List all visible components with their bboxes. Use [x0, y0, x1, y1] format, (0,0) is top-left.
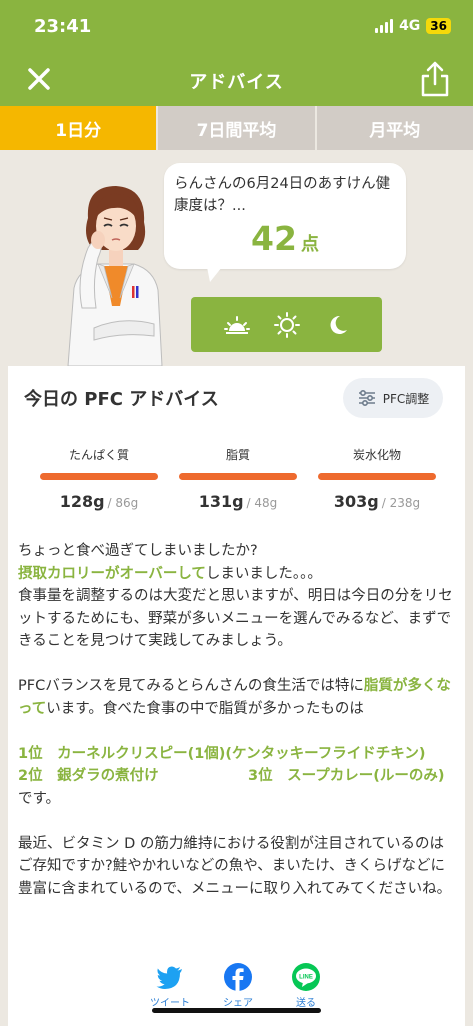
advice-line-1: ちょっと食べ過ぎてしまいましたか?	[18, 543, 258, 559]
advisor-avatar	[67, 186, 163, 366]
facebook-share-button[interactable]: シェア	[214, 962, 262, 1009]
pfc-fat: 脂質 131g/ 48g	[179, 446, 297, 511]
tweet-label: ツイート	[150, 998, 190, 1009]
share-icon	[421, 61, 449, 97]
rank-2-3: 2位 銀ダラの煮付け 3位 スープカレー(ルーのみ)	[18, 768, 445, 784]
share-button[interactable]	[419, 60, 451, 98]
carbs-label: 炭水化物	[352, 448, 401, 462]
bubble-text: らんさんの6月24日のあすけん健康度は？...	[174, 176, 391, 214]
advice-text: ちょっと食べ過ぎてしまいましたか? 摂取カロリーがオーバーしてしまいました。。。…	[18, 540, 458, 900]
pfc-adjust-button[interactable]: PFC調整	[343, 378, 443, 418]
app-header: 23:41 4G 36 アドバイス	[0, 0, 473, 106]
status-indicators: 4G 36	[375, 18, 451, 34]
advice-line-3: 食事量を調整するのは大変だと思いますが、明日は今日の分をリセットするためにも、野…	[18, 588, 453, 649]
signal-icon	[375, 19, 394, 33]
meal-time-selector	[191, 297, 382, 352]
tab-monthly-average[interactable]: 月平均	[314, 106, 473, 150]
advice-line-2: 摂取カロリーがオーバーしてしまいました。。。	[18, 565, 322, 582]
network-label: 4G	[399, 18, 421, 34]
pfc-protein: たんぱく質 128g/ 86g	[40, 446, 158, 511]
pfc-title: 今日の PFC アドバイス	[24, 389, 219, 410]
line-send-button[interactable]: LINE 送る	[282, 962, 330, 1009]
pfc-carbs: 炭水化物 303g/ 238g	[318, 446, 436, 511]
pfc-adjust-label: PFC調整	[382, 391, 430, 406]
fat-label: 脂質	[225, 448, 250, 462]
protein-label: たんぱく質	[68, 448, 129, 462]
facebook-label: シェア	[223, 998, 253, 1009]
sliders-icon	[358, 389, 375, 407]
status-time: 23:41	[34, 16, 92, 37]
line-icon: LINE	[292, 963, 320, 991]
sun-icon[interactable]	[273, 311, 301, 339]
advice-pfc-balance: PFCバランスを見てみるとらんさんの食生活では特に脂質が多くなっています。食べた…	[18, 678, 451, 717]
carbs-value: 303g/ 238g	[333, 492, 421, 511]
protein-value: 128g/ 86g	[59, 492, 139, 511]
share-buttons: ツイート シェア LINE 送る	[146, 962, 330, 1009]
tab-7day-average[interactable]: 7日間平均	[156, 106, 315, 150]
home-indicator	[152, 1008, 321, 1013]
advice-vitamin-d: 最近、ビタミン D の筋力維持における役割が注目されているのはご存知ですか?鮭や…	[18, 835, 452, 897]
protein-bar	[40, 473, 158, 480]
sunrise-icon[interactable]	[223, 311, 251, 339]
pfc-advice-card: 今日の PFC アドバイス PFC調整 たんぱく質 128g/ 86g 脂質 1…	[8, 366, 465, 1026]
period-tabs: 1日分 7日間平均 月平均	[0, 106, 473, 150]
speech-bubble: らんさんの6月24日のあすけん健康度は？... 42 点	[164, 163, 406, 269]
fat-bar	[179, 473, 297, 480]
twitter-icon	[156, 966, 182, 989]
score-value: 42	[251, 219, 297, 258]
rank-1: 1位 カーネルクリスピー(1個)(ケンタッキーフライドチキン)	[18, 745, 426, 762]
health-score: 42 点	[164, 219, 406, 258]
tab-1day[interactable]: 1日分	[0, 106, 157, 150]
rank-suffix: です。	[18, 790, 61, 807]
fat-value: 131g/ 48g	[198, 492, 278, 511]
carbs-bar	[318, 473, 436, 480]
pfc-summary: たんぱく質 128g/ 86g 脂質 131g/ 48g 炭水化物 303g / …	[40, 446, 436, 511]
facebook-icon	[224, 963, 252, 991]
line-label: 送る	[296, 998, 316, 1009]
score-unit: 点	[300, 234, 319, 255]
battery-icon: 36	[426, 18, 451, 34]
page-title: アドバイス	[189, 72, 284, 93]
bubble-tail	[206, 262, 226, 282]
svg-text:LINE: LINE	[299, 975, 313, 981]
tweet-button[interactable]: ツイート	[146, 962, 194, 1009]
moon-icon[interactable]	[323, 311, 351, 339]
